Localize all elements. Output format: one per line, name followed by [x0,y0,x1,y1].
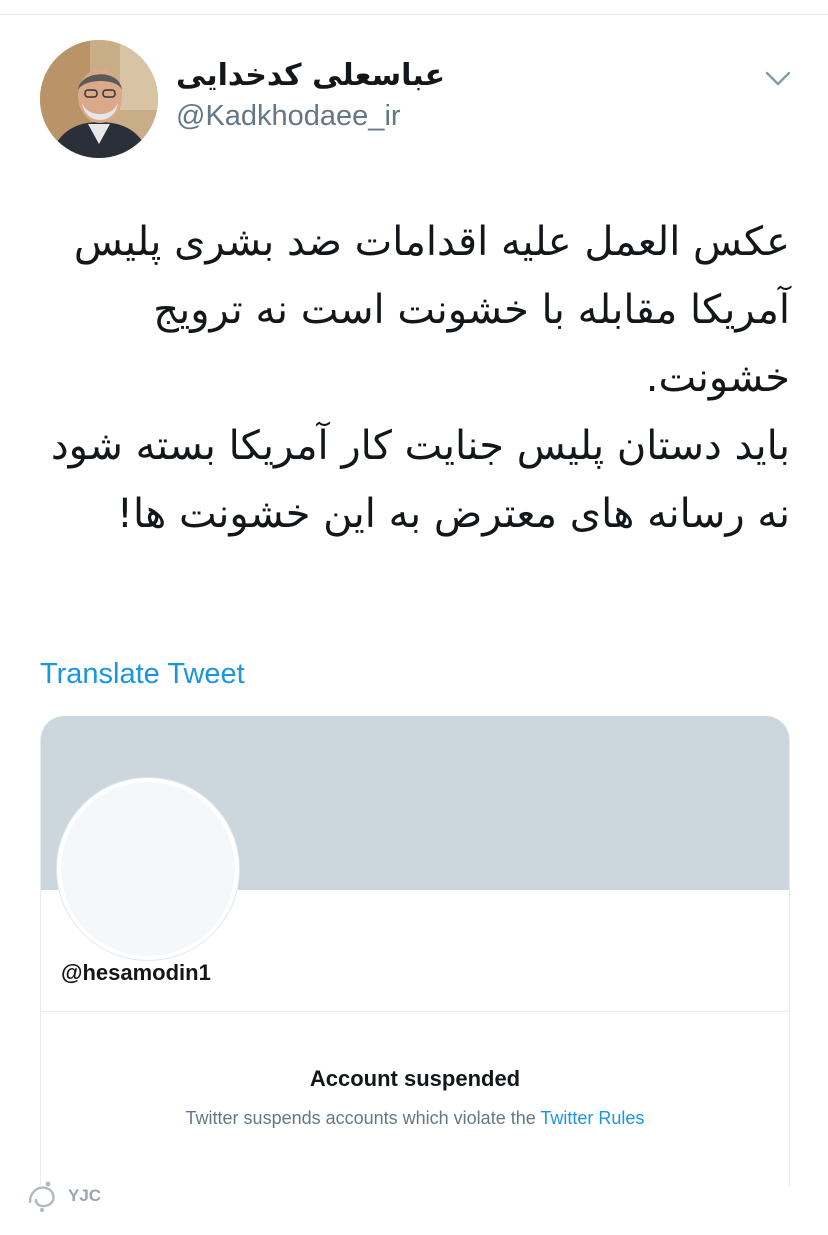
author-avatar[interactable] [40,40,158,158]
profile-avatar [57,778,239,960]
suspension-text: Twitter suspends accounts which violate … [185,1108,541,1128]
watermark-logo-icon [28,1181,55,1212]
author-display-name[interactable]: عباسعلی کدخدایی [176,58,445,93]
account-suspended-title: Account suspended [309,1066,521,1091]
chevron-down-icon[interactable] [762,64,794,92]
watermark-text: YJC [68,1186,102,1205]
watermark: YJC [24,1176,114,1216]
translate-tweet-link[interactable]: Translate Tweet [40,658,245,691]
tweet-paragraph: باید دستان پلیس جنایت کار آمریکا بسته شو… [50,423,790,537]
profile-handle[interactable]: @hesamodin1 [61,960,211,986]
account-suspended-message: Twitter suspends accounts which violate … [41,1108,789,1129]
author-photo [40,40,158,158]
embedded-profile-card[interactable]: @hesamodin1 Account suspended Twitter su… [40,716,790,1186]
twitter-rules-link[interactable]: Twitter Rules [540,1108,644,1128]
tweet-paragraph: عکس العمل علیه اقدامات ضد بشری پلیس آمری… [73,219,790,401]
tweet-body: عکس العمل علیه اقدامات ضد بشری پلیس آمری… [40,208,790,548]
top-divider [0,14,828,15]
author-handle[interactable]: @Kadkhodaee_ir [176,100,401,133]
card-divider [41,1011,789,1012]
